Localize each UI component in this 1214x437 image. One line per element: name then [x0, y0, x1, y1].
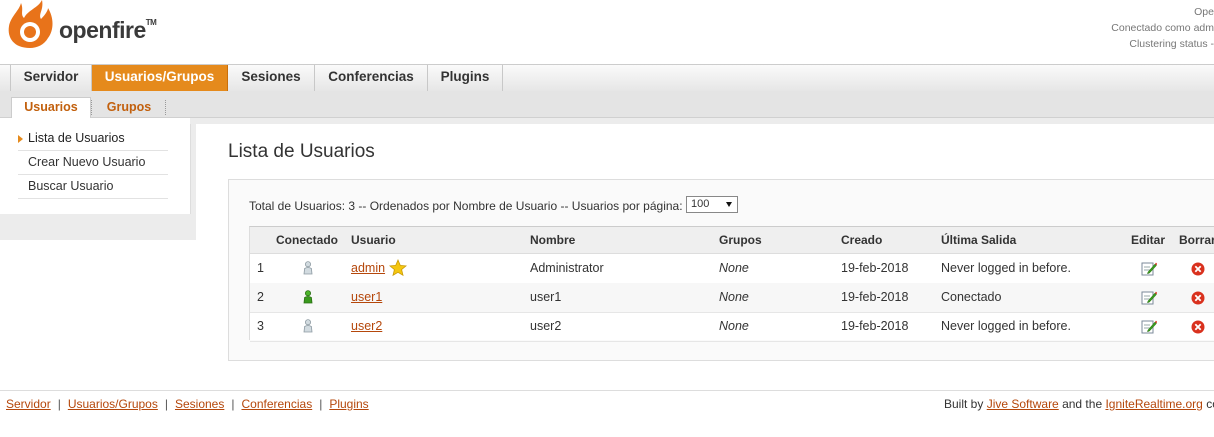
delete-icon[interactable]: [1191, 291, 1205, 305]
row-index: 1: [257, 261, 264, 275]
main-nav-lead: [0, 65, 11, 91]
header: openfireTM Ope Conectado como adm Cluste…: [0, 0, 1214, 64]
user-table: Conectado Usuario Nombre Grupos Creado Ú…: [249, 226, 1214, 342]
openfire-wordmark: openfireTM: [59, 17, 157, 44]
col-header-usuario: Usuario: [351, 233, 396, 247]
delete-icon[interactable]: [1191, 262, 1205, 276]
tab-plugins[interactable]: Plugins: [428, 65, 503, 91]
table-row: 3 user2 user2 None 19-feb-2018 Never log…: [250, 312, 1214, 342]
row-index: 3: [257, 319, 264, 333]
footer-link-servidor[interactable]: Servidor: [6, 397, 51, 411]
footer-link-sesiones[interactable]: Sesiones: [175, 397, 224, 411]
sidebar-item-label: Buscar Usuario: [28, 179, 114, 193]
active-arrow-icon: [18, 135, 23, 143]
last-logout-cell: Conectado: [941, 290, 1002, 304]
subtab-separator: [165, 100, 166, 115]
col-header-conectado: Conectado: [276, 233, 339, 247]
sub-nav: Usuarios Grupos: [0, 91, 1214, 118]
username-link[interactable]: admin: [351, 261, 385, 275]
groups-cell: None: [719, 319, 749, 333]
last-logout-cell: Never logged in before.: [941, 261, 1071, 275]
main-nav: Servidor Usuarios/Grupos Sesiones Confer…: [0, 64, 1214, 92]
footer-separator: |: [164, 397, 168, 411]
last-logout-cell: Never logged in before.: [941, 319, 1071, 333]
user-online-icon: [303, 290, 313, 304]
header-info-line2: Conectado como adm: [1111, 22, 1214, 34]
footer-link-plugins[interactable]: Plugins: [329, 397, 368, 411]
sidebar-item-label: Lista de Usuarios: [28, 131, 125, 145]
edit-icon[interactable]: [1141, 290, 1157, 305]
col-header-editar: Editar: [1131, 233, 1166, 247]
footer-credits: Built by Jive Software and the IgniteRea…: [944, 397, 1214, 411]
table-row: 2 user1 user1 None 19-feb-2018 Conectado: [250, 283, 1214, 313]
footer-link-conferencias[interactable]: Conferencias: [241, 397, 312, 411]
table-header: Conectado Usuario Nombre Grupos Creado Ú…: [250, 227, 1214, 254]
created-cell: 19-feb-2018: [841, 290, 909, 304]
header-info-line1: Ope: [1194, 6, 1214, 18]
username-link[interactable]: user2: [351, 319, 382, 333]
created-cell: 19-feb-2018: [841, 261, 909, 275]
row-index: 2: [257, 290, 264, 304]
subtab-grupos[interactable]: Grupos: [94, 98, 164, 117]
header-info-line3: Clustering status -: [1129, 38, 1214, 50]
edit-icon[interactable]: [1141, 319, 1157, 334]
sidebar-item-buscar-usuario[interactable]: Buscar Usuario: [18, 175, 168, 199]
username-cell: admin: [351, 254, 385, 282]
tab-usuarios-grupos[interactable]: Usuarios/Grupos: [92, 65, 228, 91]
content-top-edge: [190, 118, 1214, 124]
groups-cell: None: [719, 290, 749, 304]
col-header-ultima-salida: Última Salida: [941, 233, 1017, 247]
per-page-value: 100: [691, 198, 710, 210]
logo-tm: TM: [145, 18, 157, 28]
username-cell: user2: [351, 312, 382, 340]
sidebar-menu: Lista de Usuarios Crear Nuevo Usuario Bu…: [0, 118, 191, 214]
name-cell: user1: [530, 290, 562, 304]
created-cell: 19-feb-2018: [841, 319, 909, 333]
per-page-select[interactable]: 100: [686, 196, 738, 213]
tab-sesiones[interactable]: Sesiones: [228, 65, 315, 91]
user-offline-icon: [303, 319, 313, 333]
edit-icon[interactable]: [1141, 261, 1157, 276]
header-info: Ope Conectado como adm Clustering status…: [1111, 4, 1214, 52]
footer-link-jive-software[interactable]: Jive Software: [987, 397, 1059, 411]
footer-nav: Servidor | Usuarios/Grupos | Sesiones | Confer…: [6, 397, 369, 411]
footer-separator: |: [231, 397, 235, 411]
sidebar: Lista de Usuarios Crear Nuevo Usuario Bu…: [0, 118, 196, 240]
col-header-borrar: Borrar: [1179, 233, 1214, 247]
col-header-grupos: Grupos: [719, 233, 762, 247]
footer-link-usuarios-grupos[interactable]: Usuarios/Grupos: [68, 397, 158, 411]
col-header-creado: Creado: [841, 233, 883, 247]
footer-separator: |: [319, 397, 323, 411]
user-summary: Total de Usuarios: 3 -- Ordenados por No…: [249, 199, 683, 213]
footer-and-the: and the: [1062, 397, 1103, 411]
footer-divider: [0, 390, 1214, 391]
tab-conferencias[interactable]: Conferencias: [315, 65, 428, 91]
openfire-flame-logo-icon: [8, 0, 53, 48]
footer-link-igniterealtime[interactable]: IgniteRealtime.org: [1105, 397, 1202, 411]
sidebar-item-label: Crear Nuevo Usuario: [28, 155, 146, 169]
user-offline-icon: [303, 261, 313, 275]
subtab-usuarios[interactable]: Usuarios: [11, 97, 91, 118]
footer-tail: co: [1206, 397, 1214, 411]
logo-text: openfire: [59, 17, 146, 43]
admin-star-icon: [389, 259, 407, 277]
tab-servidor[interactable]: Servidor: [11, 65, 92, 91]
name-cell: user2: [530, 319, 562, 333]
sidebar-item-crear-nuevo-usuario[interactable]: Crear Nuevo Usuario: [18, 151, 168, 175]
username-link[interactable]: user1: [351, 290, 382, 304]
delete-icon[interactable]: [1191, 320, 1205, 334]
username-cell: user1: [351, 283, 382, 311]
footer-built-by: Built by: [944, 397, 984, 411]
sidebar-item-lista-de-usuarios[interactable]: Lista de Usuarios: [18, 127, 168, 151]
col-header-nombre: Nombre: [530, 233, 576, 247]
groups-cell: None: [719, 261, 749, 275]
chevron-down-icon: [726, 202, 732, 207]
footer-separator: |: [57, 397, 61, 411]
table-row: 1 admin Administrator None 19-feb-2018 N…: [250, 254, 1214, 284]
name-cell: Administrator: [530, 261, 604, 275]
page-title: Lista de Usuarios: [228, 141, 375, 162]
subtab-separator: [91, 100, 92, 115]
